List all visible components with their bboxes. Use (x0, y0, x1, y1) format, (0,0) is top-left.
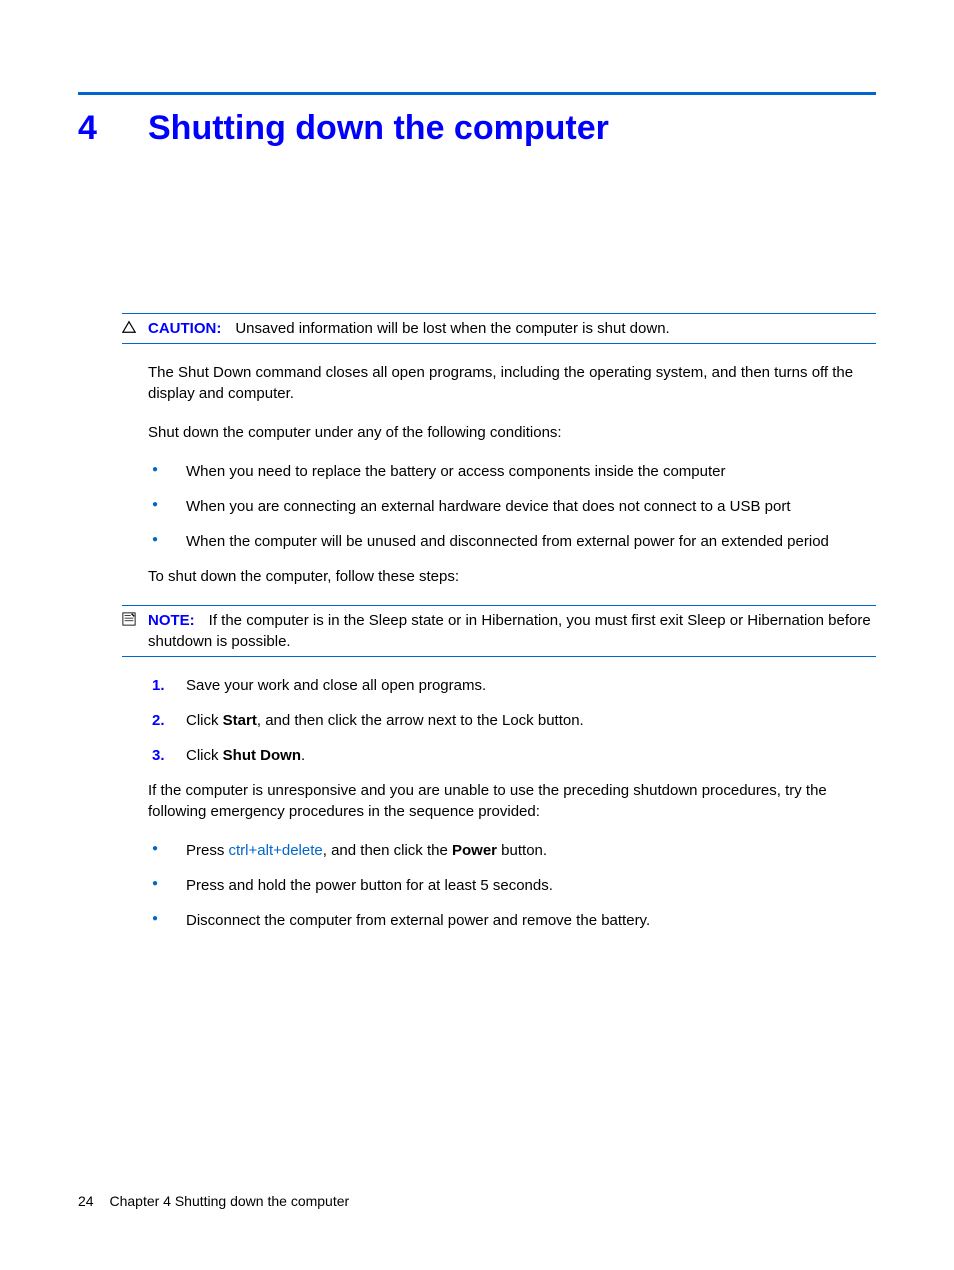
list-item: ●When you need to replace the battery or… (148, 461, 876, 482)
emergency-text: Disconnect the computer from external po… (186, 910, 650, 931)
list-item: ● Disconnect the computer from external … (148, 910, 876, 931)
step-number: 1. (152, 675, 186, 696)
footer-chapter-label: Chapter 4 Shutting down the computer (109, 1193, 349, 1209)
steps-list: 1. Save your work and close all open pro… (148, 675, 876, 766)
intro-paragraph-2: Shut down the computer under any of the … (148, 422, 876, 443)
page-number: 24 (78, 1193, 94, 1209)
emergency-text: Press ctrl+alt+delete, and then click th… (186, 840, 547, 861)
step-text: Click Start, and then click the arrow ne… (186, 710, 584, 731)
list-item: ● Press and hold the power button for at… (148, 875, 876, 896)
conditions-list: ●When you need to replace the battery or… (148, 461, 876, 552)
caution-box: CAUTION: Unsaved information will be lost… (122, 313, 876, 344)
step-text: Click Shut Down. (186, 745, 305, 766)
bullet-icon: ● (152, 496, 186, 514)
note-icon (122, 610, 148, 629)
step-number: 3. (152, 745, 186, 766)
note-text: If the computer is in the Sleep state or… (148, 612, 871, 650)
caution-icon (122, 318, 148, 337)
list-item: ●When the computer will be unused and di… (148, 531, 876, 552)
bullet-icon: ● (152, 840, 186, 858)
bullet-icon: ● (152, 531, 186, 549)
list-item: 3. Click Shut Down. (148, 745, 876, 766)
intro-paragraph-1: The Shut Down command closes all open pr… (148, 362, 876, 404)
bullet-icon: ● (152, 910, 186, 928)
emergency-list: ● Press ctrl+alt+delete, and then click … (148, 840, 876, 931)
note-label: NOTE: (148, 612, 195, 629)
page-footer: 24 Chapter 4 Shutting down the computer (78, 1192, 349, 1212)
step-number: 2. (152, 710, 186, 731)
chapter-number: 4 (78, 105, 148, 153)
condition-text: When you are connecting an external hard… (186, 496, 791, 517)
header-rule (78, 92, 876, 95)
condition-text: When you need to replace the battery or … (186, 461, 725, 482)
note-box: NOTE:If the computer is in the Sleep sta… (122, 605, 876, 657)
caution-text: Unsaved information will be lost when th… (235, 320, 669, 337)
list-item: ● Press ctrl+alt+delete, and then click … (148, 840, 876, 861)
list-item: ●When you are connecting an external har… (148, 496, 876, 517)
steps-intro: To shut down the computer, follow these … (148, 566, 876, 587)
list-item: 1. Save your work and close all open pro… (148, 675, 876, 696)
bullet-icon: ● (152, 875, 186, 893)
chapter-heading: 4 Shutting down the computer (78, 105, 876, 153)
chapter-title-text: Shutting down the computer (148, 105, 609, 153)
bullet-icon: ● (152, 461, 186, 479)
condition-text: When the computer will be unused and dis… (186, 531, 829, 552)
list-item: 2. Click Start, and then click the arrow… (148, 710, 876, 731)
step-text: Save your work and close all open progra… (186, 675, 486, 696)
emergency-text: Press and hold the power button for at l… (186, 875, 553, 896)
caution-label: CAUTION: (148, 320, 221, 337)
unresponsive-paragraph: If the computer is unresponsive and you … (148, 780, 876, 822)
